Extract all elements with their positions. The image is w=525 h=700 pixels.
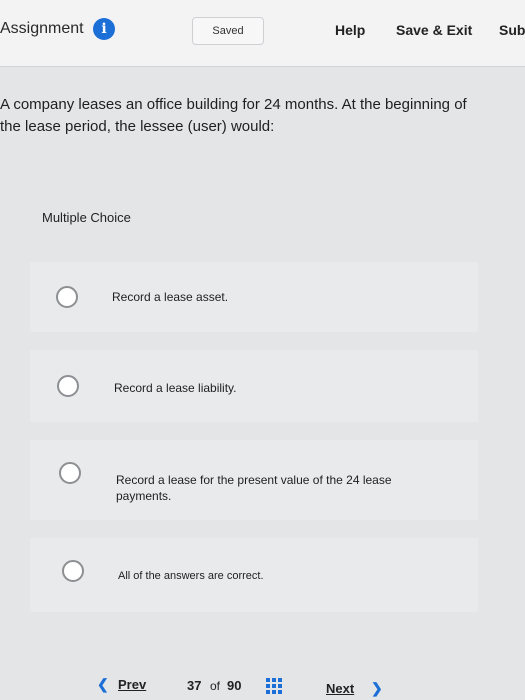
choice-label: Record a lease for the present value of … <box>116 473 392 503</box>
prev-button[interactable]: Prev <box>118 677 146 692</box>
current-page-number[interactable]: 37 <box>187 678 201 693</box>
choice-option-3[interactable]: Record a lease for the present value of … <box>30 440 478 520</box>
page-of-label: of <box>210 679 221 693</box>
choice-label: Record a lease asset. <box>112 290 229 304</box>
choice-option-2[interactable]: Record a lease liability. <box>30 350 478 422</box>
assignment-title: Assignment <box>0 20 84 37</box>
info-icon[interactable]: i <box>93 18 115 40</box>
choice-label: Record a lease liability. <box>114 381 237 395</box>
chevron-right-icon[interactable]: ❯ <box>371 680 383 697</box>
radio-button[interactable] <box>62 560 84 582</box>
submit-button[interactable]: Sub <box>499 22 525 38</box>
question-type-label: Multiple Choice <box>42 210 131 225</box>
radio-button[interactable] <box>56 286 78 308</box>
pagination-footer <box>0 672 525 700</box>
question-text: A company leases an office building for … <box>0 94 525 138</box>
chevron-left-icon[interactable]: ❮ <box>97 676 109 693</box>
saved-status-badge: Saved <box>192 17 264 45</box>
question-line-2: the lease period, the lessee (user) woul… <box>0 118 275 135</box>
grid-icon[interactable] <box>266 678 282 694</box>
question-line-1: A company leases an office building for … <box>0 96 467 113</box>
next-button[interactable]: Next <box>326 681 354 696</box>
assignment-header: Assignment i Saved Help Save & Exit Sub <box>0 0 525 67</box>
choice-option-1[interactable]: Record a lease asset. <box>30 262 478 332</box>
help-button[interactable]: Help <box>335 22 365 38</box>
choice-label: All of the answers are correct. <box>118 570 264 582</box>
choice-option-4[interactable]: All of the answers are correct. <box>30 538 478 612</box>
total-pages: 90 <box>227 678 242 693</box>
radio-button[interactable] <box>57 375 79 397</box>
save-exit-button[interactable]: Save & Exit <box>396 22 472 38</box>
radio-button[interactable] <box>59 462 81 484</box>
